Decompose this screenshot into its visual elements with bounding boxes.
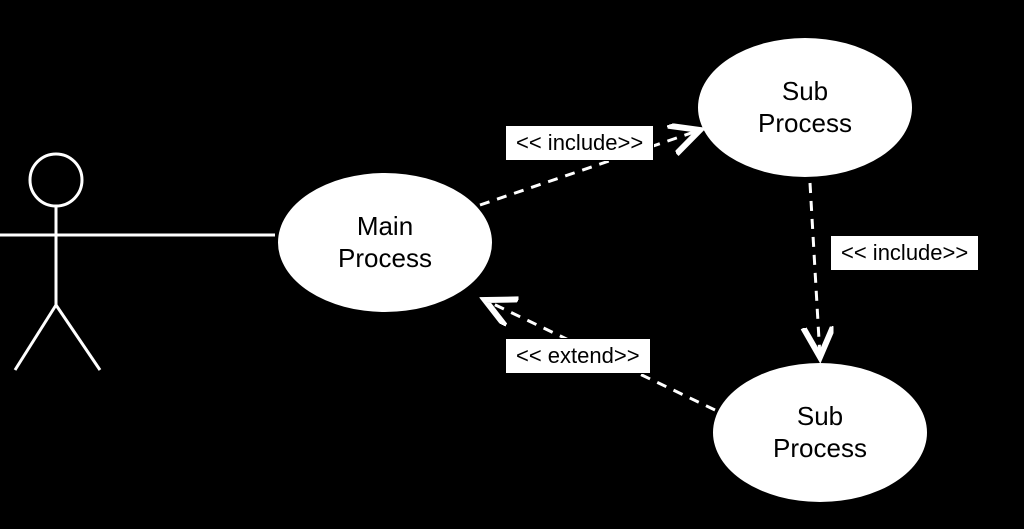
include-label-2: << include>> xyxy=(830,235,979,271)
relation-text: << extend>> xyxy=(516,343,640,368)
relation-text: << include>> xyxy=(841,240,968,265)
include-label-1: << include>> xyxy=(505,125,654,161)
relation-text: << include>> xyxy=(516,130,643,155)
use-case-diagram: Main Process Sub Process Sub Process << … xyxy=(0,0,1024,529)
extend-label: << extend>> xyxy=(505,338,651,374)
